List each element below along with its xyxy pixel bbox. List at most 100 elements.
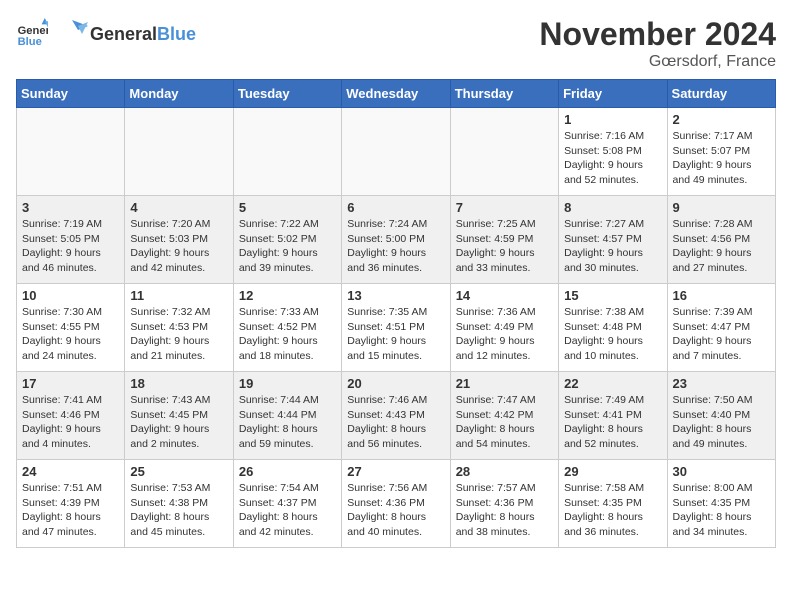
day-number: 6	[347, 200, 444, 215]
day-info: Sunrise: 7:22 AM Sunset: 5:02 PM Dayligh…	[239, 217, 336, 276]
header-friday: Friday	[559, 80, 667, 108]
day-number: 29	[564, 464, 661, 479]
calendar-cell: 15Sunrise: 7:38 AM Sunset: 4:48 PM Dayli…	[559, 284, 667, 372]
day-info: Sunrise: 7:17 AM Sunset: 5:07 PM Dayligh…	[673, 129, 770, 188]
calendar-cell: 26Sunrise: 7:54 AM Sunset: 4:37 PM Dayli…	[233, 460, 341, 548]
day-info: Sunrise: 7:32 AM Sunset: 4:53 PM Dayligh…	[130, 305, 227, 364]
day-number: 22	[564, 376, 661, 391]
day-info: Sunrise: 7:27 AM Sunset: 4:57 PM Dayligh…	[564, 217, 661, 276]
day-info: Sunrise: 7:51 AM Sunset: 4:39 PM Dayligh…	[22, 481, 119, 540]
logo-bird-icon	[52, 16, 88, 52]
day-info: Sunrise: 7:49 AM Sunset: 4:41 PM Dayligh…	[564, 393, 661, 452]
calendar-cell: 24 Sunrise: 7:51 AM Sunset: 4:39 PM Dayli…	[17, 460, 125, 548]
header-saturday: Saturday	[667, 80, 775, 108]
day-info: Sunrise: 7:46 AM Sunset: 4:43 PM Dayligh…	[347, 393, 444, 452]
day-info: Sunrise: 7:50 AM Sunset: 4:40 PM Dayligh…	[673, 393, 770, 452]
day-info: Sunrise: 7:56 AM Sunset: 4:36 PM Dayligh…	[347, 481, 444, 540]
calendar-cell: 18 Sunrise: 7:43 AM Sunset: 4:45 PM Dayli…	[125, 372, 233, 460]
calendar-week-row: 24 Sunrise: 7:51 AM Sunset: 4:39 PM Dayli…	[17, 460, 776, 548]
calendar-cell: 3Sunrise: 7:19 AM Sunset: 5:05 PM Daylig…	[17, 196, 125, 284]
day-info: Sunrise: 7:47 AM Sunset: 4:42 PM Dayligh…	[456, 393, 553, 452]
day-number: 16	[673, 288, 770, 303]
header-thursday: Thursday	[450, 80, 558, 108]
calendar-week-row: 10 Sunrise: 7:30 AM Sunset: 4:55 PM Dayli…	[17, 284, 776, 372]
day-info: Sunrise: 7:39 AM Sunset: 4:47 PM Dayligh…	[673, 305, 770, 364]
day-number: 20	[347, 376, 444, 391]
calendar-header-row: SundayMondayTuesdayWednesdayThursdayFrid…	[17, 80, 776, 108]
day-number: 12	[239, 288, 336, 303]
day-number: 11	[130, 288, 227, 303]
logo-general: General	[90, 24, 157, 44]
month-year: November 2024	[539, 16, 776, 53]
calendar-cell: 28 Sunrise: 7:57 AM Sunset: 4:36 PM Dayli…	[450, 460, 558, 548]
calendar-cell	[450, 108, 558, 196]
header-wednesday: Wednesday	[342, 80, 450, 108]
day-number: 25	[130, 464, 227, 479]
day-number: 17	[22, 376, 119, 391]
calendar-cell: 22 Sunrise: 7:49 AM Sunset: 4:41 PM Dayli…	[559, 372, 667, 460]
header-tuesday: Tuesday	[233, 80, 341, 108]
svg-text:General: General	[18, 25, 48, 37]
logo: General Blue GeneralBlue	[16, 16, 196, 52]
day-number: 9	[673, 200, 770, 215]
calendar-cell: 7Sunrise: 7:25 AM Sunset: 4:59 PM Daylig…	[450, 196, 558, 284]
calendar-cell: 27 Sunrise: 7:56 AM Sunset: 4:36 PM Dayli…	[342, 460, 450, 548]
calendar-cell: 13 Sunrise: 7:35 AM Sunset: 4:51 PM Dayli…	[342, 284, 450, 372]
calendar-week-row: 1Sunrise: 7:16 AM Sunset: 5:08 PM Daylig…	[17, 108, 776, 196]
day-info: Sunrise: 7:57 AM Sunset: 4:36 PM Dayligh…	[456, 481, 553, 540]
calendar-cell: 29Sunrise: 7:58 AM Sunset: 4:35 PM Dayli…	[559, 460, 667, 548]
calendar-cell	[342, 108, 450, 196]
day-info: Sunrise: 7:30 AM Sunset: 4:55 PM Dayligh…	[22, 305, 119, 364]
location: Gœrsdorf, France	[539, 53, 776, 71]
day-number: 3	[22, 200, 119, 215]
day-info: Sunrise: 7:43 AM Sunset: 4:45 PM Dayligh…	[130, 393, 227, 452]
day-info: Sunrise: 7:53 AM Sunset: 4:38 PM Dayligh…	[130, 481, 227, 540]
calendar-cell: 20 Sunrise: 7:46 AM Sunset: 4:43 PM Dayli…	[342, 372, 450, 460]
calendar-cell: 4Sunrise: 7:20 AM Sunset: 5:03 PM Daylig…	[125, 196, 233, 284]
day-info: Sunrise: 7:44 AM Sunset: 4:44 PM Dayligh…	[239, 393, 336, 452]
day-number: 2	[673, 112, 770, 127]
day-number: 27	[347, 464, 444, 479]
day-number: 10	[22, 288, 119, 303]
calendar-cell: 17 Sunrise: 7:41 AM Sunset: 4:46 PM Dayli…	[17, 372, 125, 460]
calendar-cell: 30Sunrise: 8:00 AM Sunset: 4:35 PM Dayli…	[667, 460, 775, 548]
day-info: Sunrise: 7:33 AM Sunset: 4:52 PM Dayligh…	[239, 305, 336, 364]
day-number: 24	[22, 464, 119, 479]
day-info: Sunrise: 7:16 AM Sunset: 5:08 PM Dayligh…	[564, 129, 661, 188]
calendar-cell: 10 Sunrise: 7:30 AM Sunset: 4:55 PM Dayli…	[17, 284, 125, 372]
calendar-week-row: 3Sunrise: 7:19 AM Sunset: 5:05 PM Daylig…	[17, 196, 776, 284]
calendar-cell: 16 Sunrise: 7:39 AM Sunset: 4:47 PM Dayli…	[667, 284, 775, 372]
header-sunday: Sunday	[17, 80, 125, 108]
logo-icon: General Blue	[16, 18, 48, 50]
calendar-cell: 8Sunrise: 7:27 AM Sunset: 4:57 PM Daylig…	[559, 196, 667, 284]
day-number: 14	[456, 288, 553, 303]
day-info: Sunrise: 7:41 AM Sunset: 4:46 PM Dayligh…	[22, 393, 119, 452]
day-info: Sunrise: 7:35 AM Sunset: 4:51 PM Dayligh…	[347, 305, 444, 364]
day-number: 28	[456, 464, 553, 479]
day-number: 15	[564, 288, 661, 303]
day-info: Sunrise: 7:36 AM Sunset: 4:49 PM Dayligh…	[456, 305, 553, 364]
day-number: 19	[239, 376, 336, 391]
title-block: November 2024 Gœrsdorf, France	[539, 16, 776, 71]
calendar-cell: 25 Sunrise: 7:53 AM Sunset: 4:38 PM Dayli…	[125, 460, 233, 548]
day-number: 5	[239, 200, 336, 215]
day-number: 7	[456, 200, 553, 215]
calendar-cell: 23 Sunrise: 7:50 AM Sunset: 4:40 PM Dayli…	[667, 372, 775, 460]
calendar-cell: 9 Sunrise: 7:28 AM Sunset: 4:56 PM Daylig…	[667, 196, 775, 284]
calendar-cell: 19 Sunrise: 7:44 AM Sunset: 4:44 PM Dayli…	[233, 372, 341, 460]
day-info: Sunrise: 7:54 AM Sunset: 4:37 PM Dayligh…	[239, 481, 336, 540]
calendar-table: SundayMondayTuesdayWednesdayThursdayFrid…	[16, 79, 776, 548]
calendar-cell: 12 Sunrise: 7:33 AM Sunset: 4:52 PM Dayli…	[233, 284, 341, 372]
day-number: 18	[130, 376, 227, 391]
calendar-cell: 5 Sunrise: 7:22 AM Sunset: 5:02 PM Daylig…	[233, 196, 341, 284]
day-number: 23	[673, 376, 770, 391]
calendar-cell: 21 Sunrise: 7:47 AM Sunset: 4:42 PM Dayli…	[450, 372, 558, 460]
day-number: 13	[347, 288, 444, 303]
day-info: Sunrise: 7:24 AM Sunset: 5:00 PM Dayligh…	[347, 217, 444, 276]
day-info: Sunrise: 7:28 AM Sunset: 4:56 PM Dayligh…	[673, 217, 770, 276]
day-number: 4	[130, 200, 227, 215]
calendar-cell	[125, 108, 233, 196]
calendar-cell: 1Sunrise: 7:16 AM Sunset: 5:08 PM Daylig…	[559, 108, 667, 196]
day-number: 21	[456, 376, 553, 391]
header-monday: Monday	[125, 80, 233, 108]
